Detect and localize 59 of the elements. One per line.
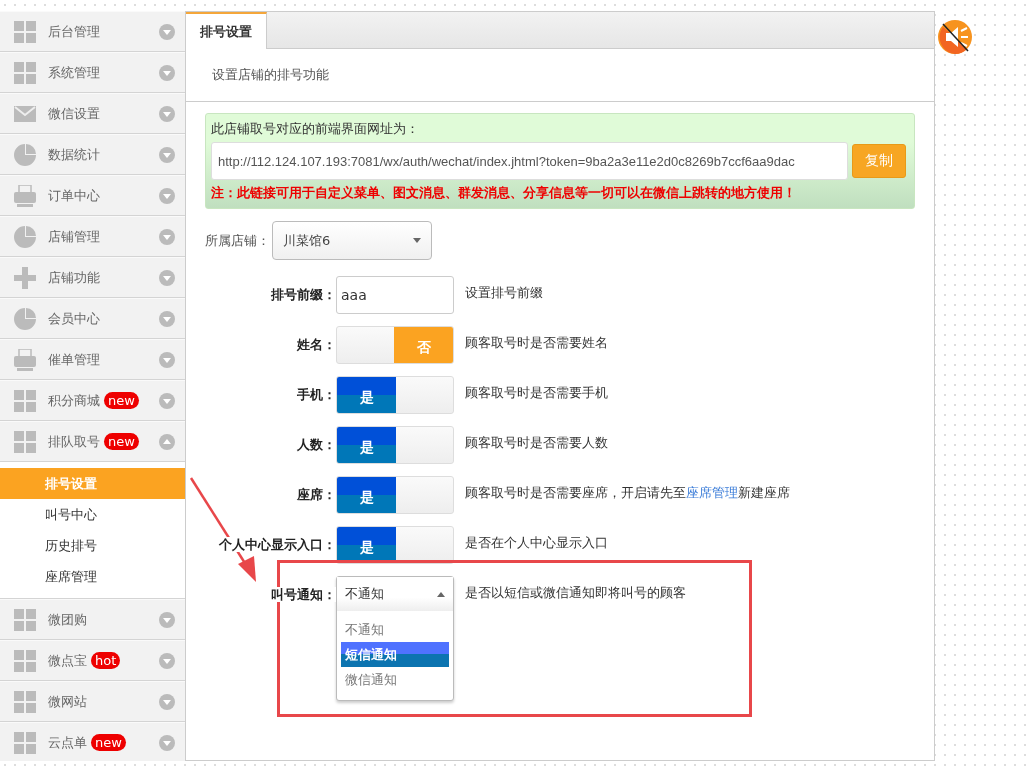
sidebar-item[interactable]: 数据统计 xyxy=(0,134,185,175)
help-text: 顾客取号时是否需要人数 xyxy=(465,435,608,450)
sidebar-item[interactable]: 店铺管理 xyxy=(0,216,185,257)
dropdown-option[interactable]: 短信通知 xyxy=(341,642,449,667)
toggle-switch[interactable]: 是 xyxy=(336,476,454,514)
store-select[interactable]: 川菜馆6 xyxy=(272,221,432,260)
help-text: 顾客取号时是否需要手机 xyxy=(465,385,608,400)
sidebar-item[interactable]: 微信设置 xyxy=(0,93,185,134)
dropdown-option[interactable]: 不通知 xyxy=(341,617,449,642)
sidebar-item[interactable]: 微网站 xyxy=(0,681,185,722)
note-text: 注：此链接可用于自定义菜单、图文消息、群发消息、分享信息等一切可以在微信上跳转的地方使用！ xyxy=(211,185,796,200)
badge: new xyxy=(91,734,126,751)
tab[interactable]: 排号设置 xyxy=(186,12,267,49)
help-text: 顾客取号时是否需要姓名 xyxy=(465,335,608,350)
muted-speaker-icon[interactable] xyxy=(937,19,973,55)
pie-chart-icon xyxy=(14,307,36,330)
notify-select[interactable]: 不通知 不通知 短信通知 微信通知 xyxy=(336,576,454,701)
toggle-switch[interactable]: 是 xyxy=(336,376,454,414)
store-label: 所属店铺： xyxy=(205,231,270,250)
sidebar-item[interactable]: 微团购 xyxy=(0,599,185,640)
help-text: 是否在个人中心显示入口 xyxy=(465,535,608,550)
sidebar-item[interactable]: 积分商城 new xyxy=(0,380,185,421)
grid-icon xyxy=(14,649,36,672)
help-text: 顾客取号时是否需要座席，开启请先至座席管理新建座席 xyxy=(465,485,790,500)
grid-icon xyxy=(14,389,36,412)
help-text: 是否以短信或微信通知即将叫号的顾客 xyxy=(465,585,686,600)
grid-icon xyxy=(14,430,36,453)
url-label: 此店铺取号对应的前端界面网址为： xyxy=(211,121,419,136)
dropdown-option[interactable]: 微信通知 xyxy=(341,667,449,692)
pie-chart-icon xyxy=(14,143,36,166)
printer-icon xyxy=(14,348,36,371)
grid-icon xyxy=(14,690,36,713)
help-text: 设置排号前缀 xyxy=(465,285,543,300)
sidebar-item[interactable]: 订单中心 xyxy=(0,175,185,216)
sidebar-item[interactable]: 催单管理 xyxy=(0,339,185,380)
sidebar-item[interactable]: 微点宝 hot xyxy=(0,640,185,681)
grid-icon xyxy=(14,731,36,754)
sidebar-item[interactable]: 会员中心 xyxy=(0,298,185,339)
badge: hot xyxy=(91,652,121,669)
seat-management-link[interactable]: 座席管理 xyxy=(686,485,738,500)
plus-icon xyxy=(14,266,36,289)
printer-icon xyxy=(14,184,36,207)
url-field[interactable]: http://112.124.107.193:7081/wx/auth/wechat/index.jhtml?token=9ba2a3e11e2d0c8269b7ccf6aa9dac xyxy=(211,142,848,180)
caret-icon xyxy=(413,238,421,243)
badge: new xyxy=(104,433,139,450)
sidebar-item[interactable]: 店铺功能 xyxy=(0,257,185,298)
prefix-field[interactable]: aaa xyxy=(336,276,454,314)
toggle-switch[interactable]: 是 xyxy=(336,426,454,464)
caret-up-icon xyxy=(437,591,445,597)
badge: new xyxy=(104,392,139,409)
grid-icon xyxy=(14,61,36,84)
envelope-icon xyxy=(14,105,36,122)
pie-chart-icon xyxy=(14,225,36,248)
sidebar-item[interactable]: 后台管理 xyxy=(0,11,185,52)
sidebar-item[interactable]: 系统管理 xyxy=(0,52,185,93)
sidebar-item[interactable]: 云点单 new xyxy=(0,722,185,761)
page-subtitle: 设置店铺的排号功能 xyxy=(186,49,934,102)
grid-icon xyxy=(14,20,36,43)
grid-icon xyxy=(14,608,36,631)
